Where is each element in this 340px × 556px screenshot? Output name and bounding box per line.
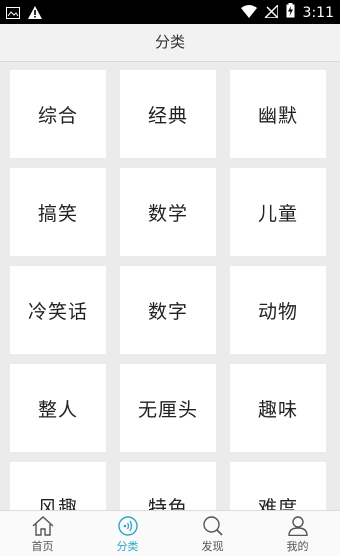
category-label: 动物 [257, 300, 298, 323]
category-label: 儿童 [257, 202, 298, 225]
nav-label-category: 分类 [116, 540, 139, 553]
status-time: 3:11 [302, 4, 334, 21]
no-signal-icon [262, 3, 279, 22]
warning-icon [28, 4, 42, 23]
nav-item-home[interactable]: 首页 [0, 511, 85, 556]
category-label: 综合 [37, 104, 78, 127]
nav-label-discover: 发现 [201, 540, 224, 553]
category-card[interactable]: 幽默 [230, 70, 326, 158]
wifi-icon [240, 3, 257, 22]
bottom-nav: 首页 分类 发现 我的 [0, 510, 340, 556]
battery-charging-icon [286, 3, 295, 22]
nav-item-profile[interactable]: 我的 [255, 511, 340, 556]
category-card[interactable]: 数学 [120, 168, 216, 256]
category-label: 整人 [37, 398, 78, 421]
home-icon [32, 516, 54, 536]
category-label: 特色 [147, 496, 188, 511]
category-card[interactable]: 搞笑 [10, 168, 106, 256]
header: 分类 [0, 24, 340, 61]
category-label: 难度 [257, 496, 298, 511]
category-card[interactable]: 经典 [120, 70, 216, 158]
category-signal-icon [117, 516, 139, 536]
category-label: 经典 [147, 104, 188, 127]
image-notification-icon [6, 4, 20, 23]
category-card[interactable]: 数字 [120, 266, 216, 354]
nav-label-home: 首页 [31, 540, 54, 553]
category-card[interactable]: 无厘头 [120, 364, 216, 452]
category-card[interactable]: 趣味 [230, 364, 326, 452]
category-card[interactable]: 特色 [120, 462, 216, 510]
category-card[interactable]: 风趣 [10, 462, 106, 510]
category-label: 幽默 [257, 104, 298, 127]
user-icon [287, 516, 309, 536]
nav-label-profile: 我的 [286, 540, 309, 553]
nav-item-category[interactable]: 分类 [85, 511, 170, 556]
status-bar: 3:11 [0, 0, 340, 24]
search-icon [202, 516, 224, 536]
category-card[interactable]: 整人 [10, 364, 106, 452]
category-label: 冷笑话 [27, 300, 88, 323]
category-label: 搞笑 [37, 202, 78, 225]
category-card[interactable]: 难度 [230, 462, 326, 510]
category-label: 风趣 [37, 496, 78, 511]
category-label: 数字 [147, 300, 188, 323]
nav-item-discover[interactable]: 发现 [170, 511, 255, 556]
category-label: 无厘头 [137, 398, 198, 421]
category-grid-area[interactable]: 综合 经典 幽默 搞笑 数学 儿童 冷笑话 数字 动物 整人 无厘头 趣味 风趣… [0, 62, 340, 510]
category-card[interactable]: 冷笑话 [10, 266, 106, 354]
category-card[interactable]: 综合 [10, 70, 106, 158]
page-title: 分类 [154, 33, 185, 51]
category-label: 趣味 [257, 398, 298, 421]
category-card[interactable]: 动物 [230, 266, 326, 354]
category-card[interactable]: 儿童 [230, 168, 326, 256]
category-label: 数学 [147, 202, 188, 225]
